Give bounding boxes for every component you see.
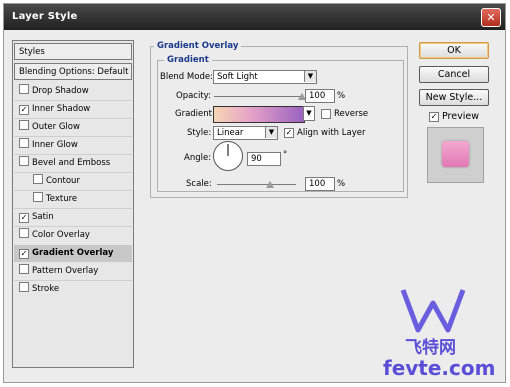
reverse-label: Reverse xyxy=(334,109,369,119)
checkbox[interactable] xyxy=(19,120,29,130)
style-item-label: Texture xyxy=(46,194,78,204)
scale-unit: % xyxy=(337,179,346,189)
align-with-layer-label: Align with Layer xyxy=(297,128,366,138)
ok-button[interactable]: OK xyxy=(419,42,489,59)
checkbox[interactable] xyxy=(19,156,29,166)
style-item-label: Outer Glow xyxy=(32,122,80,132)
watermark-url: fevte.com xyxy=(383,356,496,380)
chevron-down-icon[interactable]: ▼ xyxy=(265,127,277,138)
style-item-texture[interactable]: Texture xyxy=(33,191,77,208)
angle-input[interactable]: 90 xyxy=(247,152,281,166)
watermark-chinese: 飞特网 xyxy=(405,338,456,358)
style-item-label: Contour xyxy=(46,176,80,186)
style-item-label: Inner Shadow xyxy=(32,104,91,114)
checkbox[interactable] xyxy=(19,84,29,94)
style-item-gradient-overlay[interactable]: ✓ Gradient Overlay xyxy=(14,245,132,262)
scale-label: Scale: xyxy=(186,179,212,189)
subgroup-title: Gradient xyxy=(164,55,212,65)
opacity-slider-track[interactable] xyxy=(214,96,302,97)
checkbox-checked[interactable]: ✓ xyxy=(19,213,29,223)
checkbox[interactable] xyxy=(33,192,43,202)
chevron-down-icon[interactable]: ▼ xyxy=(306,109,311,117)
style-item-outer-glow[interactable]: Outer Glow xyxy=(19,119,80,136)
style-item-label: Gradient Overlay xyxy=(32,248,114,258)
gradient-dropdown-button[interactable]: ▼ xyxy=(303,106,315,121)
style-item-label: Bevel and Emboss xyxy=(32,158,111,168)
close-icon[interactable]: ✕ xyxy=(486,11,495,24)
style-item-label: Stroke xyxy=(32,284,60,294)
style-item-label: Pattern Overlay xyxy=(32,266,99,276)
style-item-stroke[interactable]: Stroke xyxy=(19,281,59,298)
watermark-logo-icon xyxy=(400,289,466,333)
scale-slider-handle[interactable] xyxy=(265,181,274,188)
angle-indicator-icon xyxy=(227,144,229,156)
scale-input[interactable]: 100 xyxy=(305,177,335,191)
style-label: Style: xyxy=(187,128,212,138)
preview-swatch xyxy=(442,141,469,167)
style-item-bevel-emboss[interactable]: Bevel and Emboss xyxy=(19,155,110,172)
angle-dial[interactable] xyxy=(213,141,243,171)
style-item-label: Satin xyxy=(32,212,54,222)
checkbox[interactable] xyxy=(19,282,29,292)
preview-thumbnail xyxy=(427,127,484,183)
preview-checkbox-checked[interactable]: ✓ xyxy=(429,112,439,122)
style-item-pattern-overlay[interactable]: Pattern Overlay xyxy=(19,263,98,280)
angle-unit: ° xyxy=(283,150,288,160)
angle-label: Angle: xyxy=(184,153,212,163)
style-item-inner-shadow[interactable]: ✓ Inner Shadow xyxy=(19,101,90,118)
checkbox[interactable] xyxy=(19,264,29,274)
checkbox-checked[interactable]: ✓ xyxy=(19,105,29,115)
checkbox[interactable] xyxy=(19,138,29,148)
style-item-inner-glow[interactable]: Inner Glow xyxy=(19,137,78,154)
style-select[interactable]: Linear ▼ xyxy=(213,126,278,140)
new-style-button[interactable]: New Style... xyxy=(419,89,489,106)
dialog-title: Layer Style xyxy=(12,11,78,22)
close-button[interactable]: ✕ xyxy=(481,8,501,27)
style-item-drop-shadow[interactable]: Drop Shadow xyxy=(19,83,89,100)
styles-list: Styles Blending Options: Default Drop Sh… xyxy=(12,40,134,368)
style-item-label: Inner Glow xyxy=(32,140,78,150)
style-item-satin[interactable]: ✓ Satin xyxy=(19,209,54,226)
chevron-down-icon[interactable]: ▼ xyxy=(304,71,316,82)
title-bar: Layer Style ✕ xyxy=(4,4,505,30)
style-item-contour[interactable]: Contour xyxy=(33,173,80,190)
gradient-picker[interactable] xyxy=(213,106,305,123)
cancel-button[interactable]: Cancel xyxy=(419,66,489,83)
checkbox[interactable] xyxy=(33,174,43,184)
reverse-checkbox[interactable] xyxy=(321,109,331,119)
blend-mode-value: Soft Light xyxy=(217,72,258,82)
checkbox-checked[interactable]: ✓ xyxy=(19,249,29,259)
style-item-label: Color Overlay xyxy=(32,230,90,240)
blend-mode-label: Blend Mode: xyxy=(160,72,213,82)
gradient-label: Gradient: xyxy=(175,109,215,119)
preview-label: Preview xyxy=(442,111,479,122)
style-item-label: Drop Shadow xyxy=(32,86,89,96)
checkbox[interactable] xyxy=(19,228,29,238)
opacity-input[interactable]: 100 xyxy=(305,89,335,103)
opacity-label: Opacity: xyxy=(176,91,211,101)
blend-mode-select[interactable]: Soft Light ▼ xyxy=(213,70,317,84)
group-title: Gradient Overlay xyxy=(154,41,242,51)
align-checkbox-checked[interactable]: ✓ xyxy=(284,128,294,138)
styles-header[interactable]: Styles xyxy=(14,43,132,60)
scale-slider-track[interactable] xyxy=(217,184,296,185)
blending-options-item[interactable]: Blending Options: Default xyxy=(14,63,132,80)
opacity-unit: % xyxy=(337,91,346,101)
style-value: Linear xyxy=(217,128,244,138)
style-item-color-overlay[interactable]: Color Overlay xyxy=(19,227,90,244)
